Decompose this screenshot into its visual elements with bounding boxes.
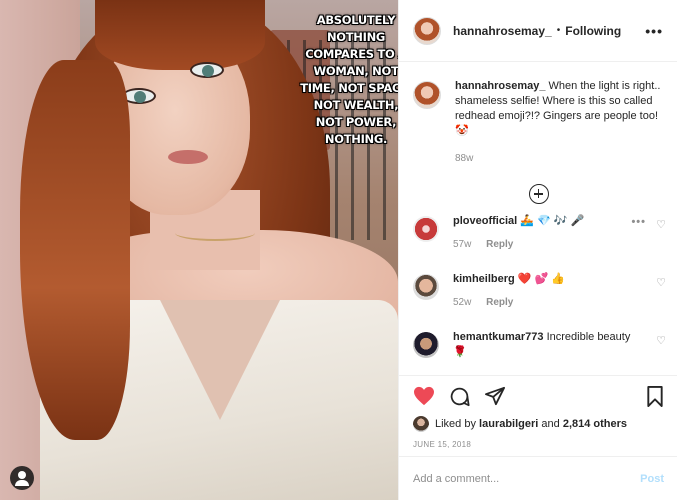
heart-filled-icon[interactable] bbox=[413, 386, 435, 406]
caption-author-avatar[interactable] bbox=[413, 81, 441, 109]
right-eye bbox=[190, 62, 224, 78]
more-horizontal-icon[interactable]: ••• bbox=[645, 23, 663, 39]
comment-like-icon[interactable]: ♡ bbox=[656, 276, 666, 289]
post-header: hannahrosemay_ • Following ••• bbox=[399, 0, 677, 62]
commenter-avatar[interactable] bbox=[413, 216, 439, 242]
lips bbox=[168, 150, 208, 164]
post-panel: hannahrosemay_ • Following ••• hannahros… bbox=[398, 0, 677, 500]
comment-username[interactable]: plovеofficial bbox=[453, 215, 517, 227]
comment-time[interactable]: 52w bbox=[453, 297, 471, 308]
add-comment-bar: Add a comment... Post bbox=[399, 456, 677, 500]
reply-button[interactable]: Reply bbox=[486, 297, 513, 308]
comment-item: plovеofficial 🚣 💎 🎶 🎤 57w Reply ••• ♡ bbox=[399, 214, 677, 272]
liked-by-prefix: Liked by bbox=[435, 418, 476, 430]
hair-front bbox=[20, 60, 130, 440]
commenter-avatar[interactable] bbox=[413, 332, 439, 358]
plus-circle-icon[interactable] bbox=[528, 184, 549, 204]
comment-icon[interactable] bbox=[449, 386, 470, 407]
comment-input[interactable]: Add a comment... bbox=[413, 473, 499, 485]
bookmark-icon[interactable] bbox=[646, 385, 664, 407]
liked-by-and: and bbox=[541, 418, 560, 430]
author-avatar[interactable] bbox=[413, 16, 441, 45]
post-date[interactable]: JUNE 15, 2018 bbox=[413, 440, 664, 449]
share-icon[interactable] bbox=[484, 386, 506, 406]
caption-time[interactable]: 88w bbox=[455, 151, 664, 166]
caption-comment: hannahrosemay_ When the light is right..… bbox=[399, 63, 677, 166]
comment-text: ❤️ 💕 👍 bbox=[517, 273, 566, 285]
likes-count[interactable]: 2,814 others bbox=[563, 418, 627, 430]
comment-like-icon[interactable]: ♡ bbox=[656, 218, 666, 231]
comments-list[interactable]: hannahrosemay_ When the light is right..… bbox=[399, 63, 677, 375]
caption-overlay: ABSOLUTELY NOTHING COMPARES TO A WOMAN, … bbox=[300, 13, 398, 146]
header-separator: • bbox=[556, 25, 561, 36]
commenter-avatar[interactable] bbox=[413, 274, 439, 300]
author-username[interactable]: hannahrosemay_ bbox=[453, 24, 552, 38]
post-photo[interactable]: ABSOLUTELY NOTHING COMPARES TO A WOMAN, … bbox=[0, 0, 398, 500]
comment-options-icon[interactable]: ••• bbox=[631, 216, 646, 228]
bangs bbox=[95, 0, 265, 70]
liked-by-user[interactable]: laurabilgeri bbox=[479, 418, 538, 430]
liker-avatar[interactable] bbox=[413, 416, 429, 432]
comment-text: 🚣 💎 🎶 🎤 bbox=[520, 215, 585, 227]
reply-button[interactable]: Reply bbox=[486, 239, 513, 250]
caption-username[interactable]: hannahrosemay_ bbox=[455, 80, 545, 92]
tagged-user-icon[interactable] bbox=[10, 466, 34, 490]
post-actions: Liked by laurabilgeri and 2,814 others J… bbox=[399, 375, 677, 449]
necklace bbox=[175, 225, 255, 241]
post-button[interactable]: Post bbox=[640, 473, 664, 485]
following-button[interactable]: Following bbox=[565, 24, 621, 38]
comment-like-icon[interactable]: ♡ bbox=[656, 334, 666, 347]
comment-username[interactable]: kimheilberg bbox=[453, 273, 515, 285]
comment-username[interactable]: hemantkumar773 bbox=[453, 331, 544, 343]
comment-item: hemantkumar773 Incredible beauty 🌹 ♡ bbox=[399, 330, 677, 375]
comment-item: kimheilberg ❤️ 💕 👍 52w Reply ♡ bbox=[399, 272, 677, 330]
comment-time[interactable]: 57w bbox=[453, 239, 471, 250]
likes-summary: Liked by laurabilgeri and 2,814 others bbox=[413, 416, 664, 432]
load-more-comments[interactable] bbox=[399, 184, 677, 204]
